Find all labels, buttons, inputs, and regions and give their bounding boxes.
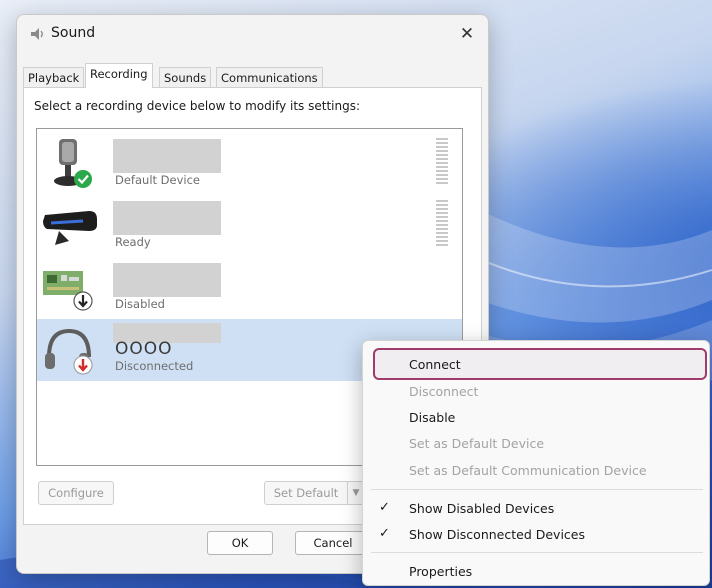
menu-item-set-default-communication-device: Set as Default Communication Device (363, 458, 709, 484)
default-check-icon (74, 170, 92, 188)
device-name-redacted (113, 139, 221, 173)
device-context-menu: Connect Disconnect Disable Set as Defaul… (362, 340, 710, 586)
tab-sounds[interactable]: Sounds (159, 67, 212, 87)
tab-recording[interactable]: Recording (85, 63, 153, 88)
menu-item-label: Disable (409, 410, 456, 425)
device-name-redacted (113, 201, 221, 235)
menu-item-label: Connect (409, 357, 461, 372)
ok-button[interactable]: OK (207, 531, 273, 555)
device-status: Ready (115, 235, 151, 249)
webcam-icon (43, 211, 97, 245)
tab-playback[interactable]: Playback (23, 67, 85, 87)
close-icon: ✕ (459, 24, 475, 44)
menu-separator (371, 489, 703, 490)
cancel-button[interactable]: Cancel (295, 531, 371, 555)
device-row-microphone[interactable]: Default Device (37, 133, 462, 195)
menu-item-label: Disconnect (409, 384, 479, 399)
menu-item-label: Show Disconnected Devices (409, 527, 586, 542)
level-meter (436, 200, 448, 246)
menu-item-show-disabled-devices[interactable]: ✓ Show Disabled Devices (363, 496, 709, 522)
checkmark-icon: ✓ (379, 500, 390, 515)
speaker-icon (31, 28, 43, 40)
device-status: Disconnected (115, 359, 194, 373)
configure-button[interactable]: Configure (38, 481, 114, 505)
device-row-webcam[interactable]: Ready (37, 195, 462, 257)
line-in-card-icon (43, 271, 93, 311)
device-name-redacted (113, 263, 221, 297)
checkmark-icon: ✓ (379, 526, 390, 541)
tab-communications[interactable]: Communications (216, 67, 323, 87)
chevron-down-icon: ▼ (352, 488, 360, 498)
device-status: Default Device (115, 173, 201, 187)
menu-item-show-disconnected-devices[interactable]: ✓ Show Disconnected Devices (363, 522, 709, 548)
set-default-button[interactable]: Set Default (264, 481, 348, 505)
menu-item-label: Set as Default Device (409, 436, 545, 451)
window-title: Sound (51, 25, 96, 41)
device-name: OOOO (115, 339, 173, 359)
menu-item-connect[interactable]: Connect (373, 348, 707, 380)
menu-item-set-default-device: Set as Default Device (363, 431, 709, 457)
menu-item-label: Show Disabled Devices (409, 501, 555, 516)
menu-item-label: Properties (409, 564, 473, 579)
menu-separator (371, 552, 703, 553)
menu-item-label: Set as Default Communication Device (409, 463, 647, 478)
device-status: Disabled (115, 297, 165, 311)
close-button[interactable]: ✕ (452, 19, 482, 49)
menu-item-disconnect: Disconnect (363, 379, 709, 405)
headset-icon (45, 328, 93, 375)
menu-item-disable[interactable]: Disable (363, 405, 709, 431)
microphone-icon (54, 139, 92, 188)
level-meter (436, 138, 448, 184)
instruction-text: Select a recording device below to modif… (34, 99, 361, 113)
title-bar[interactable]: Sound ✕ (17, 15, 488, 53)
menu-item-properties[interactable]: Properties (363, 559, 709, 585)
device-row-line-in[interactable]: Disabled (37, 257, 462, 319)
